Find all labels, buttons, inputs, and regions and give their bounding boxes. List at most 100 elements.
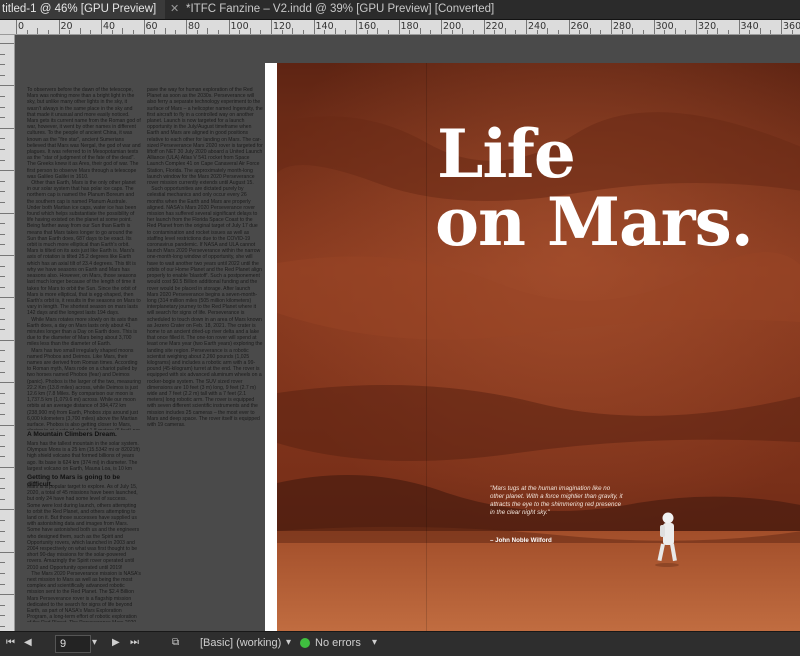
quote-author[interactable]: – John Noble Wilford [490, 537, 552, 544]
tab-untitled-1[interactable]: titled-1 @ 46% [GPU Preview] [0, 0, 165, 19]
ruler-tick [0, 159, 5, 161]
ruler-major-tick [271, 20, 272, 34]
ruler-tick [0, 594, 14, 596]
ruler-tick [0, 138, 5, 140]
ruler-tick [0, 106, 5, 108]
ruler-minor-tick [302, 30, 304, 34]
ruler-major-tick [228, 20, 230, 34]
document-canvas[interactable]: Life on Mars. "Mars tugs at the human im… [15, 35, 800, 631]
ruler-minor-tick [462, 28, 464, 34]
section-heading-mountain[interactable]: A Mountain Climbers Dream. [27, 431, 141, 438]
ruler-major-tick [483, 20, 485, 34]
ruler-tick [0, 127, 14, 129]
master-status[interactable]: [Basic] (working) [200, 637, 281, 649]
ruler-tick [0, 604, 5, 606]
ruler-tick [0, 414, 5, 415]
ruler-major-tick [313, 20, 315, 34]
ruler-minor-tick [674, 28, 676, 34]
page-dropdown-icon[interactable]: ▾ [92, 637, 97, 648]
ruler-tick [0, 615, 5, 617]
ruler-tick [0, 117, 5, 119]
ruler-tick [0, 509, 14, 511]
ruler-tick [0, 498, 5, 500]
ruler-minor-tick [281, 30, 283, 34]
ruler-major-tick [526, 20, 527, 34]
ruler-tick [0, 276, 5, 278]
preflight-dropdown-icon[interactable]: ▾ [372, 637, 377, 648]
ruler-minor-tick [260, 30, 262, 34]
ruler-minor-tick [642, 30, 644, 34]
ruler-minor-tick [249, 28, 251, 34]
vertical-ruler[interactable] [0, 35, 15, 631]
left-text-column-2[interactable]: pave the way for human exploration of th… [147, 87, 263, 623]
ruler-major-tick [101, 20, 102, 34]
ruler-tick [0, 424, 14, 426]
ruler-tick [0, 382, 14, 384]
ruler-tick [0, 286, 5, 288]
article-title-line2[interactable]: on Mars. [435, 189, 754, 255]
ruler-minor-tick [451, 30, 453, 34]
document-tab-bar: titled-1 @ 46% [GPU Preview] ✕ *ITFC Fanz… [0, 0, 800, 20]
ruler-tick [0, 233, 5, 235]
ruler-minor-tick [589, 28, 591, 34]
ruler-major-tick [186, 20, 187, 34]
ruler-minor-tick [324, 30, 326, 34]
ruler-major-tick [58, 20, 60, 34]
ruler-minor-tick [685, 30, 687, 34]
ruler-tick [0, 53, 5, 55]
ruler-minor-tick [69, 30, 71, 34]
ruler-major-tick [611, 20, 612, 34]
ruler-tick [0, 551, 14, 553]
ruler-minor-tick [664, 30, 666, 34]
ruler-tick [0, 361, 5, 362]
page-number-field[interactable]: 9 [55, 635, 91, 653]
ruler-minor-tick [175, 30, 177, 34]
left-text-getting-to-mars[interactable]: Mars is a popular target to explore. As … [27, 484, 141, 622]
ruler-tick [0, 329, 5, 331]
ruler-tick [0, 318, 5, 320]
ruler-minor-tick [717, 28, 719, 34]
ruler-tick [0, 626, 5, 627]
preflight-label: No errors [315, 637, 361, 649]
ruler-minor-tick [207, 28, 209, 34]
ruler-tick [0, 371, 5, 373]
ruler-label: 40 [103, 21, 116, 32]
left-text-mountain[interactable]: Mars has the tallest mountain in the sol… [27, 441, 141, 471]
ruler-tick [0, 403, 5, 405]
pull-quote[interactable]: "Mars tugs at the human imagination like… [490, 485, 624, 517]
ruler-tick [0, 74, 5, 76]
ruler-tick [0, 308, 5, 309]
ruler-minor-tick [37, 28, 39, 34]
close-icon[interactable]: ✕ [170, 0, 182, 19]
ruler-minor-tick [547, 28, 549, 34]
ruler-tick [0, 467, 14, 468]
article-title-line1[interactable]: Life [437, 121, 576, 187]
ruler-minor-tick [749, 30, 751, 34]
mars-astronaut-photo[interactable]: Life on Mars. "Mars tugs at the human im… [277, 63, 800, 631]
ruler-tick [0, 202, 5, 203]
open-page-icon[interactable]: ⧉ [172, 637, 179, 648]
last-page-button[interactable]: ⏭ [130, 637, 139, 648]
ruler-minor-tick [706, 30, 708, 34]
ruler-minor-tick [419, 28, 421, 34]
ruler-minor-tick [727, 30, 729, 34]
ruler-major-tick [738, 20, 740, 34]
tab-itfc-fanzine[interactable]: ✕ *ITFC Fanzine – V2.indd @ 39% [GPU Prev… [166, 0, 590, 19]
preflight-status[interactable]: No errors [300, 637, 361, 649]
previous-page-button[interactable]: ◀ [24, 637, 32, 648]
ruler-tick [0, 255, 14, 256]
first-page-button[interactable]: ⏮ [6, 637, 15, 648]
ruler-minor-tick [759, 28, 761, 34]
master-dropdown-icon[interactable]: ▾ [286, 637, 291, 648]
ruler-minor-tick [26, 30, 28, 34]
ruler-major-tick [16, 20, 17, 34]
ruler-label: 0 [18, 21, 25, 32]
horizontal-ruler[interactable]: 0 20 40 60 80 100 120 140 160 180 200 220 240 260 280 3… [0, 20, 800, 35]
next-page-button[interactable]: ▶ [112, 637, 120, 648]
ruler-minor-tick [154, 30, 156, 34]
ruler-minor-tick [494, 30, 496, 34]
ruler-tick [0, 445, 5, 447]
ruler-minor-tick [196, 30, 198, 34]
ruler-minor-tick [472, 30, 474, 34]
left-text-column-1[interactable]: To observers before the dawn of the tele… [27, 87, 141, 430]
